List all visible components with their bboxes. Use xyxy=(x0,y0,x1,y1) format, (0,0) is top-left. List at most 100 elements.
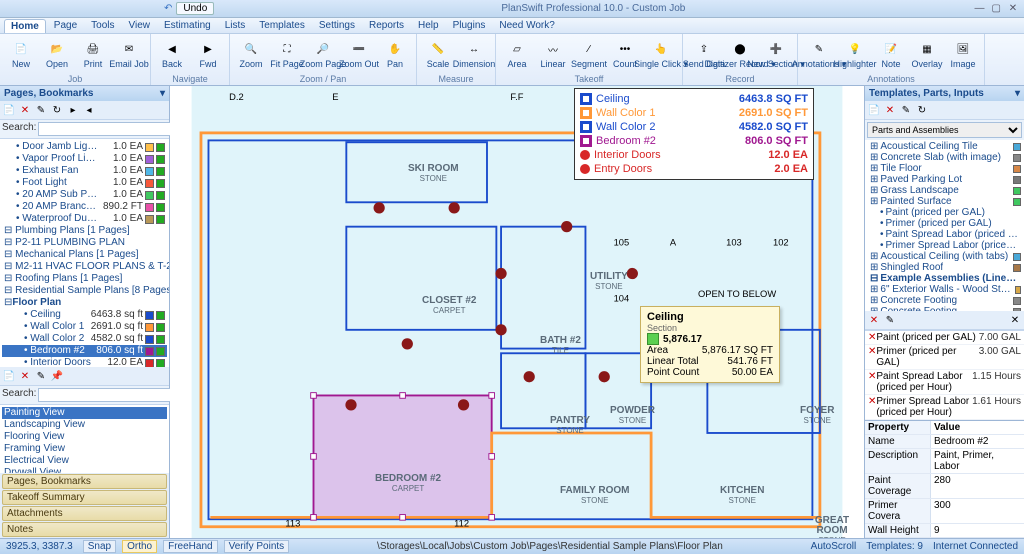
menu-tab-reports[interactable]: Reports xyxy=(363,19,410,32)
panel-menu-icon[interactable]: ▾ xyxy=(160,88,165,99)
collapse-icon[interactable]: ◂ xyxy=(82,103,96,117)
tree-item[interactable]: • Interior Doors12.0 EA xyxy=(2,357,167,367)
delete-icon[interactable]: ✕ xyxy=(18,369,32,383)
bottom-tab[interactable]: Notes xyxy=(2,522,167,537)
assembly-item[interactable]: ⊞ Tile Floor xyxy=(866,163,1023,174)
panel-menu-icon[interactable]: ▾ xyxy=(1015,88,1020,99)
view-item[interactable]: Electrical View xyxy=(2,455,167,467)
freehand-toggle[interactable]: FreeHand xyxy=(163,540,217,553)
property-row[interactable]: DescriptionPaint, Primer, Labor xyxy=(865,449,1024,474)
maximize-icon[interactable]: ▢ xyxy=(989,3,1003,14)
ribbon-new[interactable]: 📄New xyxy=(4,36,38,72)
ribbon-fwd[interactable]: ▶Fwd xyxy=(191,36,225,72)
assembly-item[interactable]: • Paint Spread Labor (priced per Hour) xyxy=(866,229,1023,240)
tree-item[interactable]: • 20 AMP Sub Panel1.0 EA xyxy=(2,189,167,201)
ribbon-zoom[interactable]: 🔍Zoom xyxy=(234,36,268,72)
close-icon[interactable]: ✕ xyxy=(1008,313,1022,327)
assembly-item[interactable]: ⊞ Grass Landscape xyxy=(866,185,1023,196)
property-row[interactable]: Primer Covera300 xyxy=(865,499,1024,524)
search-input[interactable] xyxy=(38,122,176,136)
snap-toggle[interactable]: Snap xyxy=(83,540,116,553)
undo-arrow-icon[interactable]: ↶ xyxy=(164,3,172,14)
bottom-tab[interactable]: Takeoff Summary xyxy=(2,490,167,505)
ribbon-email-job[interactable]: ✉Email Job xyxy=(112,36,146,72)
tree-item[interactable]: • Wall Color 12691.0 sq ft xyxy=(2,321,167,333)
assembly-item[interactable]: ⊞ Paved Parking Lot xyxy=(866,174,1023,185)
tree-section[interactable]: ⊟ Plumbing Plans [1 Pages] xyxy=(2,225,167,237)
tree-section[interactable]: ⊟ Residential Sample Plans [8 Pages] xyxy=(2,285,167,297)
menu-tab-home[interactable]: Home xyxy=(4,19,46,33)
assembly-item[interactable]: ⊞ 6" Exterior Walls - Wood Stud - Insula… xyxy=(866,284,1023,295)
ribbon-segment[interactable]: ∕Segment xyxy=(572,36,606,72)
ribbon-note[interactable]: 📝Note xyxy=(874,36,908,72)
ribbon-single-click-[interactable]: 👆Single Click ▾ xyxy=(644,36,678,72)
view-item[interactable]: Landscaping View xyxy=(2,419,167,431)
assembly-item[interactable]: ⊞ Concrete Slab (with image) xyxy=(866,152,1023,163)
ribbon-overlay[interactable]: ▦Overlay xyxy=(910,36,944,72)
pin-icon[interactable]: 📌 xyxy=(50,369,64,383)
menu-tab-view[interactable]: View xyxy=(123,19,157,32)
menu-tab-help[interactable]: Help xyxy=(412,19,445,32)
bottom-tab[interactable]: Pages, Bookmarks xyxy=(2,474,167,489)
properties-icon[interactable]: ✎ xyxy=(883,313,897,327)
ribbon-zoom-out[interactable]: ➖Zoom Out xyxy=(342,36,376,72)
delete-icon[interactable]: ✕ xyxy=(18,103,32,117)
tree-item[interactable]: • Vapor Proof Light1.0 EA xyxy=(2,153,167,165)
expand-icon[interactable]: ▸ xyxy=(66,103,80,117)
menu-tab-plugins[interactable]: Plugins xyxy=(447,19,492,32)
ribbon-zoom-page[interactable]: 🔎Zoom Page xyxy=(306,36,340,72)
tree-section[interactable]: ⊟ Mechanical Plans [1 Pages] xyxy=(2,249,167,261)
close-icon[interactable]: ✕ xyxy=(1006,3,1020,14)
assembly-item[interactable]: ⊞ Acoustical Ceiling Tile xyxy=(866,141,1023,152)
ribbon-print[interactable]: 🖨Print xyxy=(76,36,110,72)
search-input[interactable] xyxy=(38,388,176,402)
ribbon-scale[interactable]: 📏Scale xyxy=(421,36,455,72)
ribbon-linear[interactable]: 〰Linear xyxy=(536,36,570,72)
assembly-item[interactable]: ⊟ Example Assemblies (Linear/Segment Tak… xyxy=(866,273,1023,284)
tree-section[interactable]: ⊟ Roofing Plans [1 Pages] xyxy=(2,273,167,285)
refresh-icon[interactable]: ↻ xyxy=(915,103,929,117)
right-tree[interactable]: ⊞ Acoustical Ceiling Tile⊞ Concrete Slab… xyxy=(865,140,1024,311)
assembly-item[interactable]: • Paint (priced per GAL) xyxy=(866,207,1023,218)
tree-item[interactable]: • Wall Color 24582.0 sq ft xyxy=(2,333,167,345)
view-item[interactable]: Framing View xyxy=(2,443,167,455)
assembly-item[interactable]: ⊞ Acoustical Ceiling (with tabs) xyxy=(866,251,1023,262)
ribbon-highlighter[interactable]: 💡Highlighter xyxy=(838,36,872,72)
tree-item[interactable]: • Ceiling6463.8 sq ft xyxy=(2,309,167,321)
menu-tab-templates[interactable]: Templates xyxy=(253,19,311,32)
ribbon-back[interactable]: ◀Back xyxy=(155,36,189,72)
ribbon-image[interactable]: 🖼Image xyxy=(946,36,980,72)
property-row[interactable]: Paint Coverage280 xyxy=(865,474,1024,499)
verify-toggle[interactable]: Verify Points xyxy=(224,540,290,553)
menu-tab-lists[interactable]: Lists xyxy=(219,19,252,32)
new-icon[interactable]: 📄 xyxy=(2,369,16,383)
refresh-icon[interactable]: ↻ xyxy=(50,103,64,117)
tree-section[interactable]: ⊟ P2-11 PLUMBING PLAN xyxy=(2,237,167,249)
tree-item[interactable]: • 20 AMP Branch Wiring890.2 FT xyxy=(2,201,167,213)
delete-icon[interactable]: ✕ xyxy=(867,313,881,327)
properties-icon[interactable]: ✎ xyxy=(34,369,48,383)
menu-tab-page[interactable]: Page xyxy=(48,19,83,32)
view-item[interactable]: Flooring View xyxy=(2,431,167,443)
minimize-icon[interactable]: — xyxy=(972,3,986,14)
canvas[interactable]: D.2EF.F 105A103102 OPEN TO BELOW 113112 … xyxy=(170,86,864,538)
ribbon-pan[interactable]: ✋Pan xyxy=(378,36,412,72)
assembly-item[interactable]: ⊞ Shingled Roof xyxy=(866,262,1023,273)
tree-item[interactable]: • Foot Light1.0 EA xyxy=(2,177,167,189)
tree-item[interactable]: • Waterproof Duplex Outlet1.0 EA xyxy=(2,213,167,225)
ribbon-annotations-[interactable]: ✎Annotations ▾ xyxy=(802,36,836,72)
undo-button[interactable]: Undo xyxy=(176,2,214,15)
menu-tab-need-work-[interactable]: Need Work? xyxy=(493,19,560,32)
ribbon-open[interactable]: 📂Open xyxy=(40,36,74,72)
tree-section[interactable]: ⊟ Floor Plan xyxy=(2,297,167,309)
new-icon[interactable]: 📄 xyxy=(867,103,881,117)
tree-section[interactable]: ⊟ M2-11 HVAC FLOOR PLANS & T-24 xyxy=(2,261,167,273)
new-icon[interactable]: 📄 xyxy=(2,103,16,117)
properties-icon[interactable]: ✎ xyxy=(899,103,913,117)
assembly-item[interactable]: • Primer Spread Labor (priced per Hour) xyxy=(866,240,1023,251)
menu-tab-estimating[interactable]: Estimating xyxy=(158,19,217,32)
menu-tab-settings[interactable]: Settings xyxy=(313,19,361,32)
ribbon-new-section-[interactable]: ➕New Section ▾ xyxy=(759,36,793,72)
assembly-item[interactable]: • Primer (priced per GAL) xyxy=(866,218,1023,229)
ribbon-dimension[interactable]: ↔Dimension xyxy=(457,36,491,72)
